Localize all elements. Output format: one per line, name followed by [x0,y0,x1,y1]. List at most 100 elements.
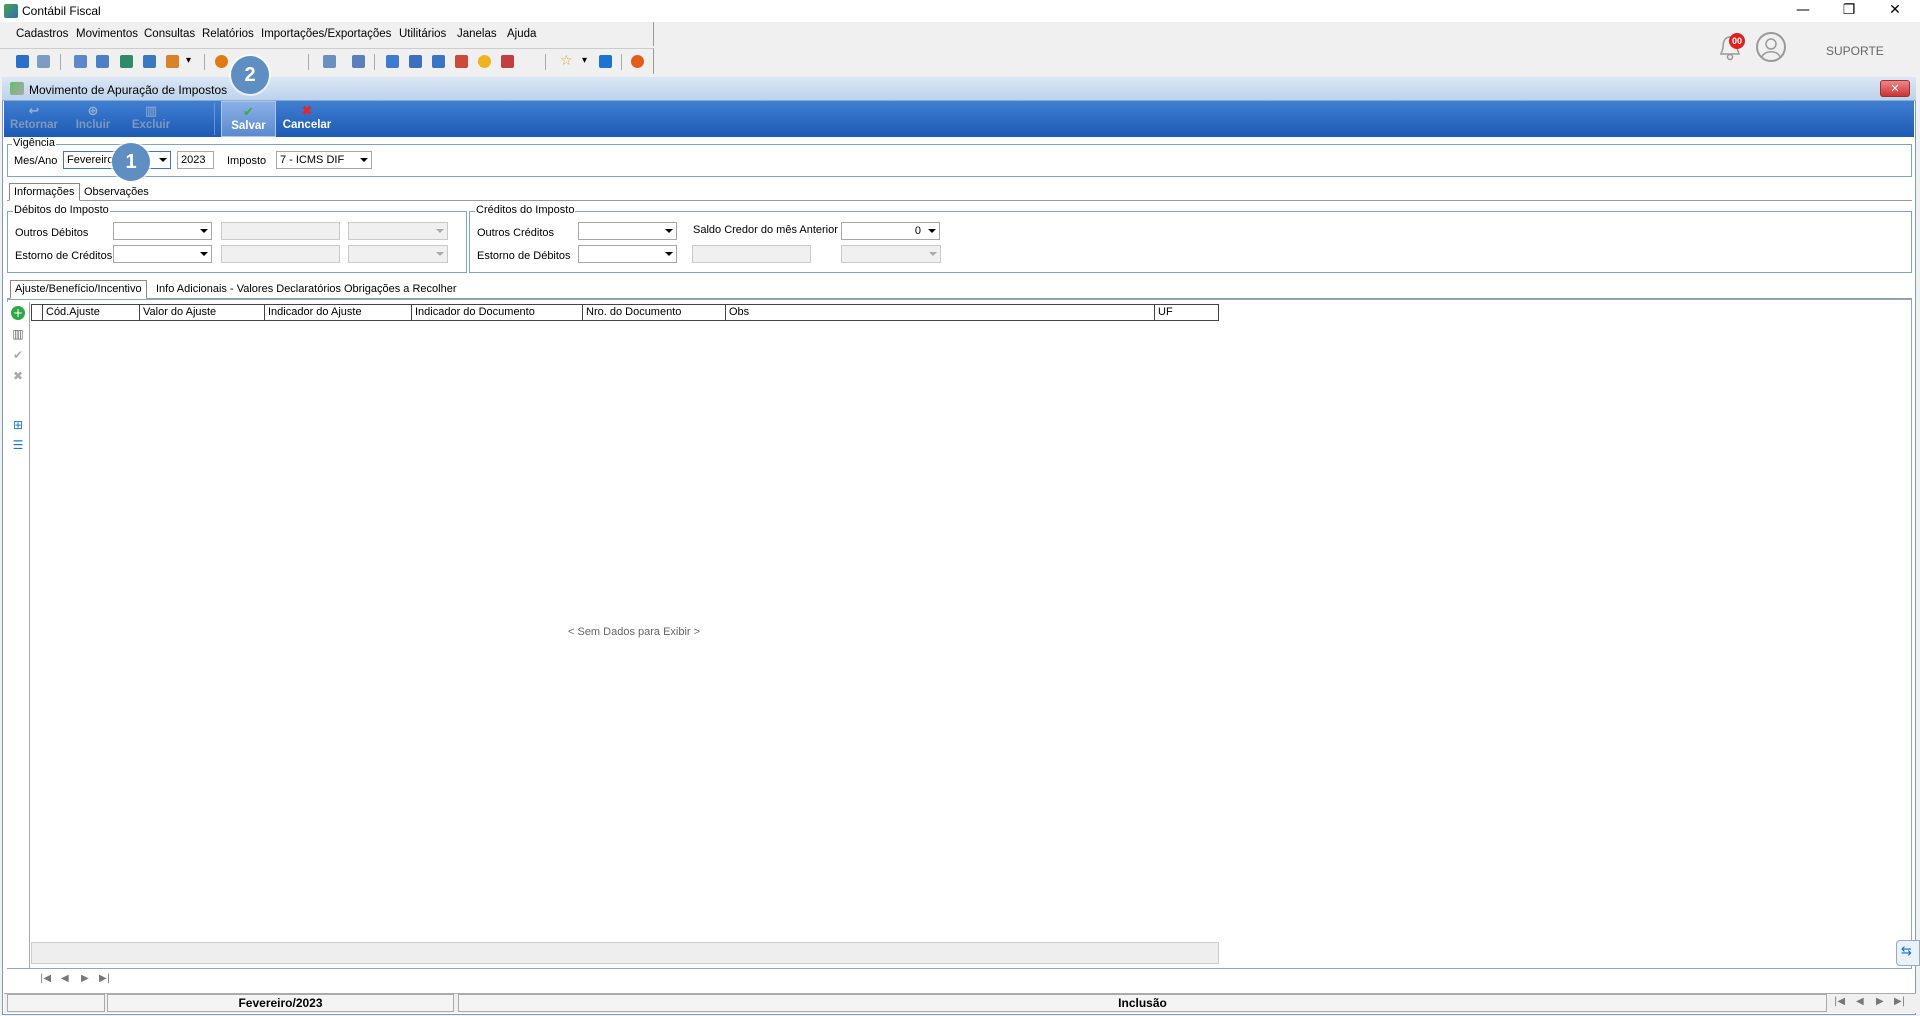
estorno-debitos-select[interactable] [578,245,677,263]
incluir-button[interactable]: ⊕ Incluir [70,101,116,137]
clock-icon[interactable] [478,55,491,68]
status-prev-icon[interactable]: ◀ [1856,996,1864,1007]
month-value: Fevereiro [67,154,114,166]
export-icon[interactable] [323,55,336,68]
chevron-down-icon[interactable] [357,152,371,168]
year-input[interactable]: 2023 [177,151,214,169]
status-first-icon[interactable]: |◀ [1834,996,1845,1007]
calc-icon[interactable] [143,55,156,68]
outros-debitos-select[interactable] [113,222,212,240]
chevron-down-icon [433,246,447,262]
outros-creditos-select[interactable] [578,222,677,240]
teamviewer-icon[interactable] [1896,940,1920,966]
prev-record-icon[interactable]: ◀ [61,973,69,984]
menu-consultas[interactable]: Consultas [144,28,195,40]
menu-relatorios[interactable]: Relatórios [202,28,254,40]
cancelar-label: Cancelar [282,119,332,131]
status-next-icon[interactable]: ▶ [1876,996,1884,1007]
menu-cadastros[interactable]: Cadastros [16,28,68,40]
outros-debitos-value [221,222,340,240]
chevron-down-icon[interactable] [925,223,939,239]
tab-observacoes[interactable]: Observações [79,183,154,200]
callout-1: 1 [112,143,150,181]
power-icon[interactable] [631,55,644,68]
tab-obrigacoes[interactable]: Obrigações a Recolher [339,280,462,297]
status-mode: Inclusão [458,994,1827,1012]
next-record-icon[interactable]: ▶ [81,973,89,984]
action-ribbon: ↩ Retornar ⊕ Incluir ▥ Excluir ✔ Salvar … [4,101,1914,137]
open-icon[interactable] [16,55,29,68]
incluir-label: Incluir [75,119,111,131]
inner-window-titlebar: Movimento de Apuração de Impostos [2,77,1916,101]
chevron-down-icon[interactable] [662,246,676,262]
col-valor-ajuste[interactable]: Valor do Ajuste [139,305,264,320]
first-record-icon[interactable]: |◀ [40,973,51,984]
toolbar-separator [308,54,309,70]
info-icon[interactable] [599,55,612,68]
tab-informacoes[interactable]: Informações [9,183,80,201]
menu-ajuda[interactable]: Ajuda [507,28,536,40]
confirm-row-icon[interactable]: ✔ [11,348,25,362]
user-avatar-icon[interactable] [1756,32,1786,62]
menu-importacoes[interactable]: Importações/Exportações [261,28,391,40]
saldo-credor-select[interactable]: 0 [841,222,940,240]
grid-side-toolbar: + ▥ ✔ ✖ ⊞ ☰ [7,302,30,968]
col-indicador-ajuste[interactable]: Indicador do Ajuste [264,305,411,320]
details-list-icon[interactable]: ☰ [11,438,25,452]
menu-movimentos[interactable]: Movimentos [76,28,138,40]
ribbon-separator [214,103,215,135]
chevron-down-icon[interactable] [156,152,170,168]
excluir-button[interactable]: ▥ Excluir [128,101,174,137]
sort-icon[interactable] [96,55,109,68]
card-icon[interactable] [120,55,133,68]
inner-close-button[interactable]: ✕ [1880,80,1910,97]
calendar-icon[interactable] [432,55,445,68]
outros-debitos-extra-select [348,222,448,240]
close-button[interactable]: ✕ [1872,0,1918,22]
col-nro-documento[interactable]: Nro. do Documento [582,305,725,320]
mes-ano-label: Mes/Ano [14,155,58,167]
user-label[interactable]: SUPORTE [1826,44,1884,58]
cancelar-button[interactable]: ✖ Cancelar [279,101,335,137]
col-obs[interactable]: Obs [725,305,1154,320]
empty-grid-message: < Sem Dados para Exibir > [568,626,701,638]
dropdown-icon[interactable]: ▾ [582,55,587,66]
chevron-down-icon[interactable] [197,223,211,239]
status-last-icon[interactable]: ▶| [1894,996,1905,1007]
attach-icon[interactable]: ⊞ [11,418,25,432]
tab-ajuste[interactable]: Ajuste/Benefício/Incentivo [10,280,147,299]
gear-icon[interactable] [215,55,228,68]
toolbar-separator [621,54,622,70]
save-icon[interactable] [352,55,365,68]
chevron-down-icon[interactable] [197,246,211,262]
salvar-button[interactable]: ✔ Salvar [221,101,276,137]
menu-utilitarios[interactable]: Utilitários [399,28,446,40]
add-row-icon[interactable]: + [11,306,25,320]
col-uf[interactable]: UF [1154,305,1218,320]
dropdown-icon[interactable]: ▾ [186,55,191,66]
chevron-down-icon[interactable] [662,223,676,239]
last-record-icon[interactable]: ▶| [99,973,110,984]
calculator-icon[interactable] [409,55,422,68]
retornar-button[interactable]: ↩ Retornar [8,101,60,137]
delete-row-icon[interactable]: ▥ [11,327,25,341]
chart-icon[interactable] [166,55,179,68]
retornar-label: Retornar [10,119,58,131]
report-icon[interactable] [386,55,399,68]
chevron-down-icon [433,223,447,239]
estorno-creditos-select[interactable] [113,245,212,263]
menu-janelas[interactable]: Janelas [457,28,497,40]
minimize-button[interactable]: — [1780,0,1826,22]
tools-icon[interactable] [37,55,50,68]
tab-info-adicionais[interactable]: Info Adicionais - Valores Declaratórios [151,280,346,297]
cancel-row-icon[interactable]: ✖ [11,369,25,383]
col-indicador-documento[interactable]: Indicador do Documento [411,305,582,320]
restore-button[interactable]: ❐ [1826,0,1872,22]
window-title: Contábil Fiscal [22,4,101,18]
agenda-icon[interactable] [455,55,468,68]
col-cod-ajuste[interactable]: Cód.Ajuste [42,305,139,320]
imposto-select[interactable]: 7 - ICMS DIF [276,151,372,169]
list-icon[interactable] [74,55,87,68]
table-icon[interactable] [501,55,514,68]
favorites-star-icon[interactable]: ☆ [560,53,573,69]
